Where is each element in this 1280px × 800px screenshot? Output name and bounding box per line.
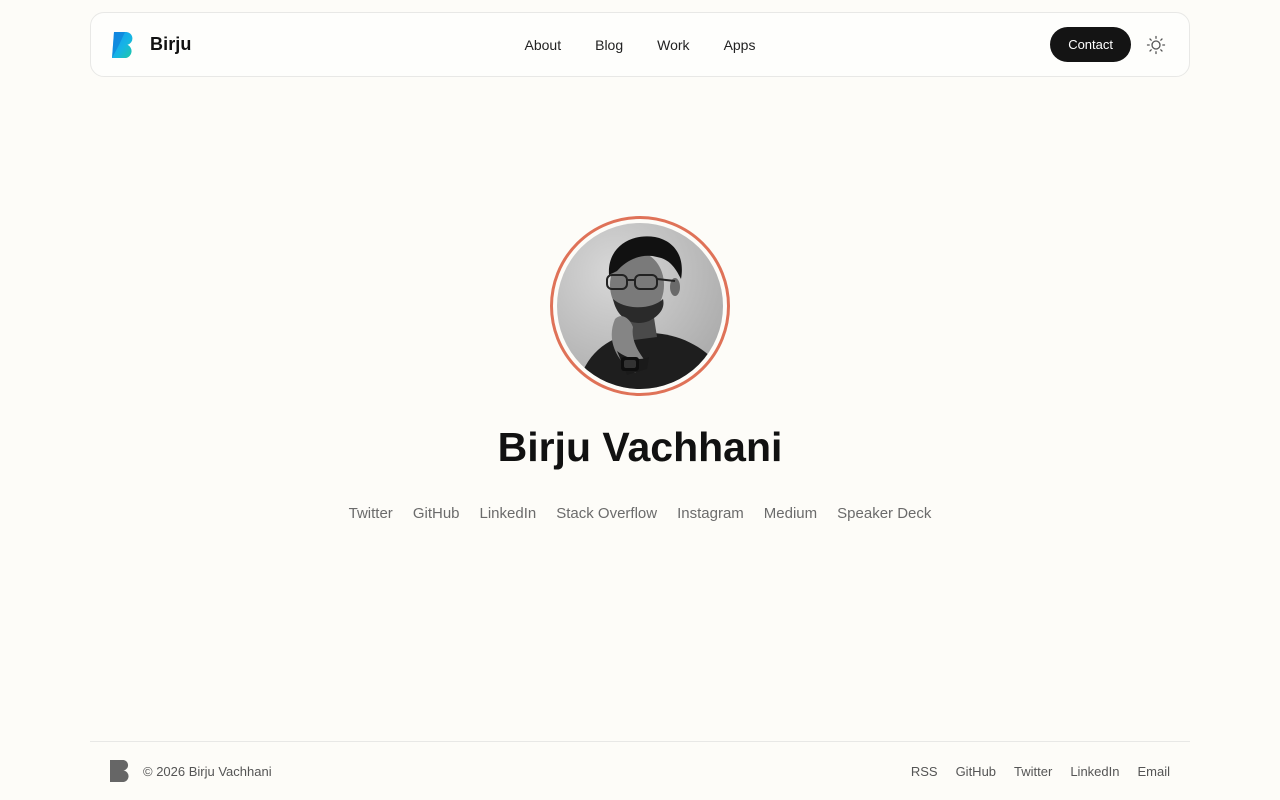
nav-about[interactable]: About <box>525 37 562 53</box>
avatar <box>557 223 723 389</box>
social-links: Twitter GitHub LinkedIn Stack Overflow I… <box>0 505 1280 522</box>
theme-toggle-button[interactable] <box>1143 32 1169 58</box>
footer-link-linkedin[interactable]: LinkedIn <box>1070 764 1119 779</box>
site-header: Birju About Blog Work Apps Contact <box>90 12 1190 77</box>
social-link-stack-overflow[interactable]: Stack Overflow <box>556 505 657 522</box>
nav-work[interactable]: Work <box>657 37 689 53</box>
footer-link-twitter[interactable]: Twitter <box>1014 764 1052 779</box>
social-link-medium[interactable]: Medium <box>764 505 817 522</box>
site-footer: © 2026 Birju Vachhani RSS GitHub Twitter… <box>90 741 1190 800</box>
social-link-instagram[interactable]: Instagram <box>677 505 744 522</box>
header-actions: Contact <box>1050 27 1169 62</box>
brand-name: Birju <box>150 34 192 54</box>
contact-button[interactable]: Contact <box>1050 27 1131 62</box>
profile-name: Birju Vachhani <box>497 424 783 470</box>
sun-icon <box>1146 35 1166 54</box>
nav-apps[interactable]: Apps <box>724 37 756 53</box>
b-logo-icon <box>112 31 133 58</box>
main-nav: About Blog Work Apps <box>525 37 756 53</box>
brand-link[interactable]: Birju <box>111 31 192 59</box>
social-link-twitter[interactable]: Twitter <box>349 505 393 522</box>
avatar-ring <box>550 216 730 396</box>
footer-link-email[interactable]: Email <box>1137 764 1170 779</box>
copyright-text: © 2026 Birju Vachhani <box>143 763 272 779</box>
social-link-github[interactable]: GitHub <box>413 505 460 522</box>
footer-link-github[interactable]: GitHub <box>956 764 996 779</box>
footer-link-rss[interactable]: RSS <box>911 764 938 779</box>
nav-blog[interactable]: Blog <box>595 37 623 53</box>
b-logo-icon <box>110 760 129 782</box>
social-link-speaker-deck[interactable]: Speaker Deck <box>837 505 931 522</box>
footer-links: RSS GitHub Twitter LinkedIn Email <box>911 764 1170 779</box>
social-link-linkedin[interactable]: LinkedIn <box>480 505 537 522</box>
